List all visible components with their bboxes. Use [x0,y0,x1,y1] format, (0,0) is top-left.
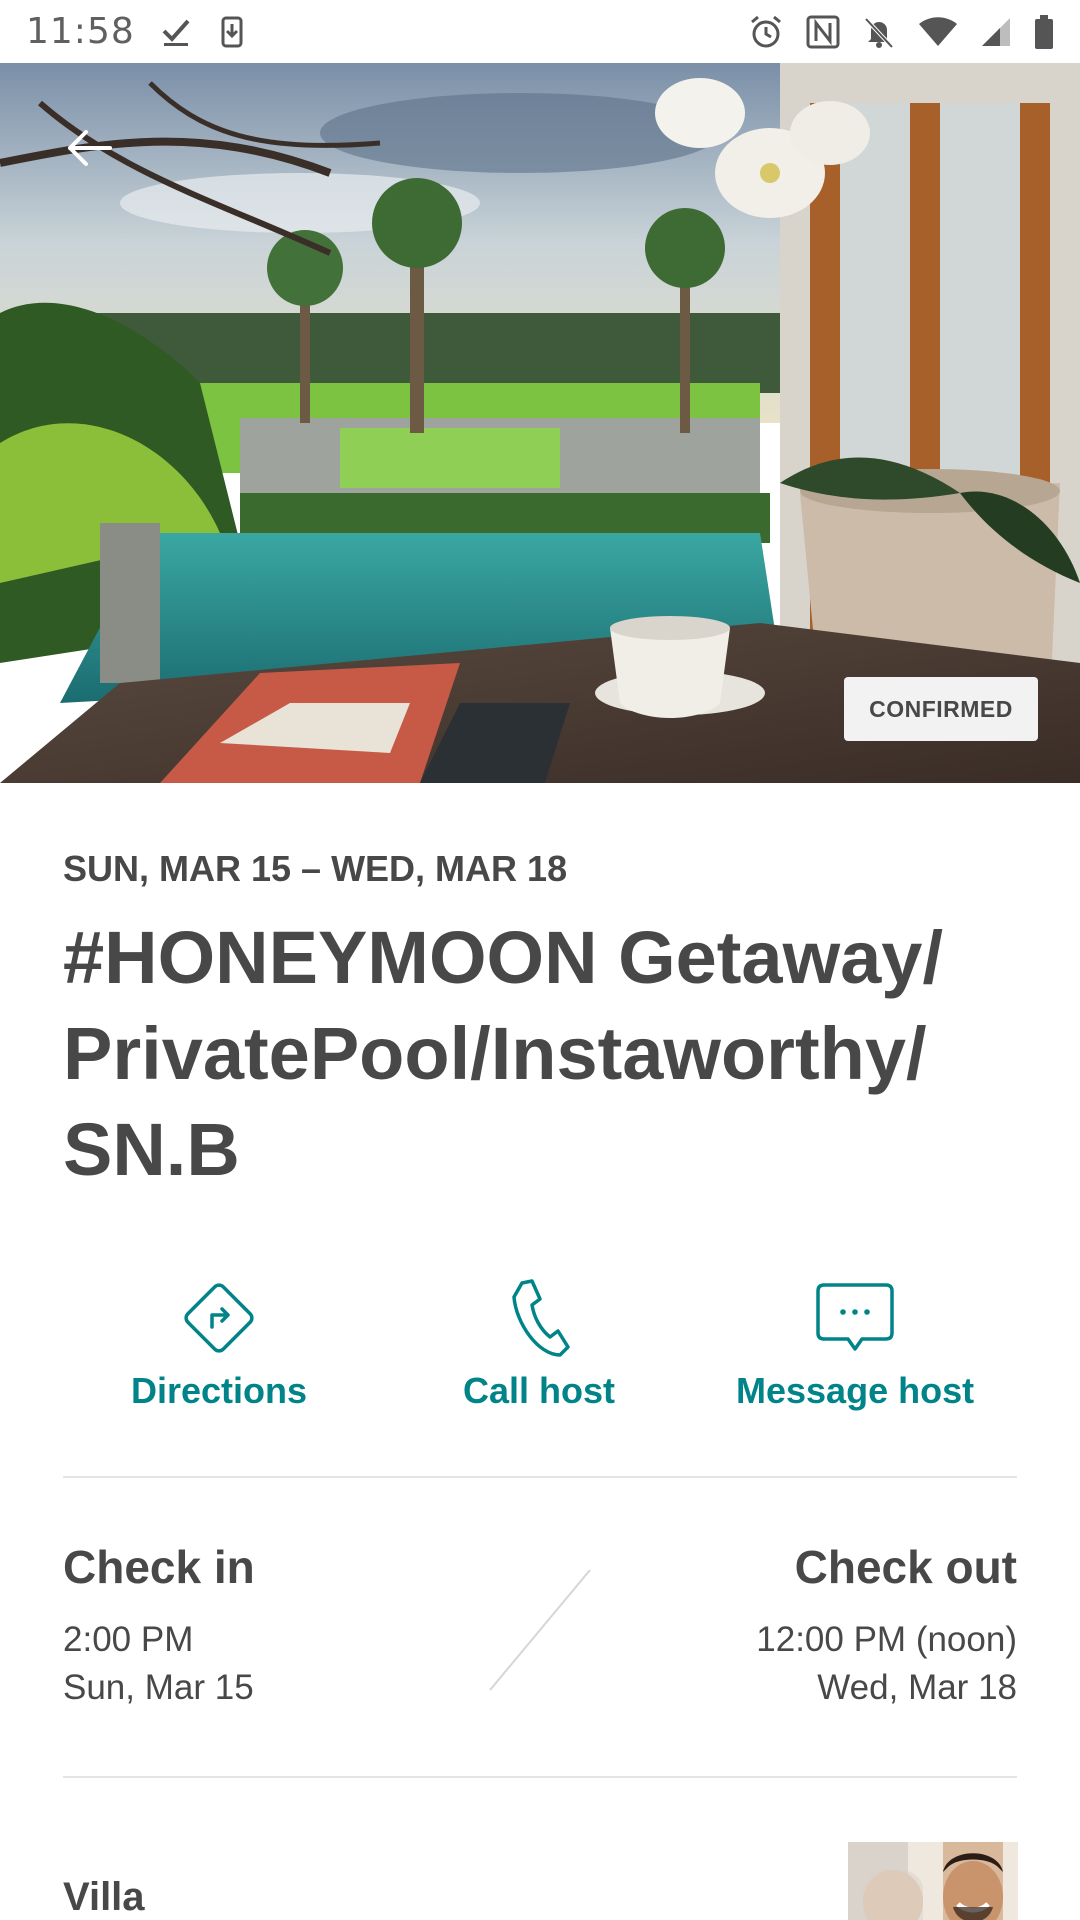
check-out-time: 12:00 PM (noon) [756,1620,1017,1659]
alarm-icon [748,14,784,50]
phone-download-icon [221,16,243,48]
message-host-label: Message host [736,1370,975,1411]
call-host-label: Call host [463,1370,616,1411]
property-type: Villa [63,1875,145,1919]
wifi-icon [918,16,958,48]
listing-hero-image: CONFIRMED [0,63,1080,783]
status-bar: 11:58 [0,0,1080,63]
check-out-date: Wed, Mar 18 [817,1668,1017,1707]
host-avatar[interactable] [848,1842,1018,1920]
check-in-time: 2:00 PM [63,1620,194,1659]
host-photo [848,1842,1018,1920]
message-host-button[interactable]: Message host [736,1278,974,1412]
arrow-left-icon [68,130,112,166]
listing-title: #HONEYMOON Getaway/ PrivatePool/Instawor… [63,916,944,1191]
phone-icon [508,1278,570,1358]
nfc-icon [806,15,840,49]
check-in-date: Sun, Mar 15 [63,1668,254,1707]
notifications-off-icon [862,15,896,49]
directions-label: Directions [131,1370,308,1411]
status-badge: CONFIRMED [844,677,1038,741]
call-host-button[interactable]: Call host [463,1278,615,1412]
divider [63,1476,1017,1478]
directions-button[interactable]: Directions [131,1278,307,1412]
cellular-signal-icon [980,16,1012,48]
check-in-heading: Check in [63,1541,255,1593]
status-time: 11:58 [26,11,135,52]
chat-bubble-icon [814,1278,896,1358]
download-done-icon [161,17,191,47]
back-button[interactable] [50,108,130,188]
directions-icon [178,1278,260,1358]
check-out-section: Check out 12:00 PM (noon) Wed, Mar 18 [756,1540,1017,1712]
date-separator [489,1569,591,1691]
check-in-section: Check in 2:00 PM Sun, Mar 15 [63,1540,255,1712]
battery-icon [1034,14,1054,49]
reservation-dates: SUN, MAR 15 – WED, MAR 18 [63,848,568,889]
check-out-heading: Check out [794,1541,1017,1593]
divider [63,1776,1017,1778]
host-actions: Directions Call host Message host [63,1278,1017,1418]
hero-photo [0,63,1080,783]
